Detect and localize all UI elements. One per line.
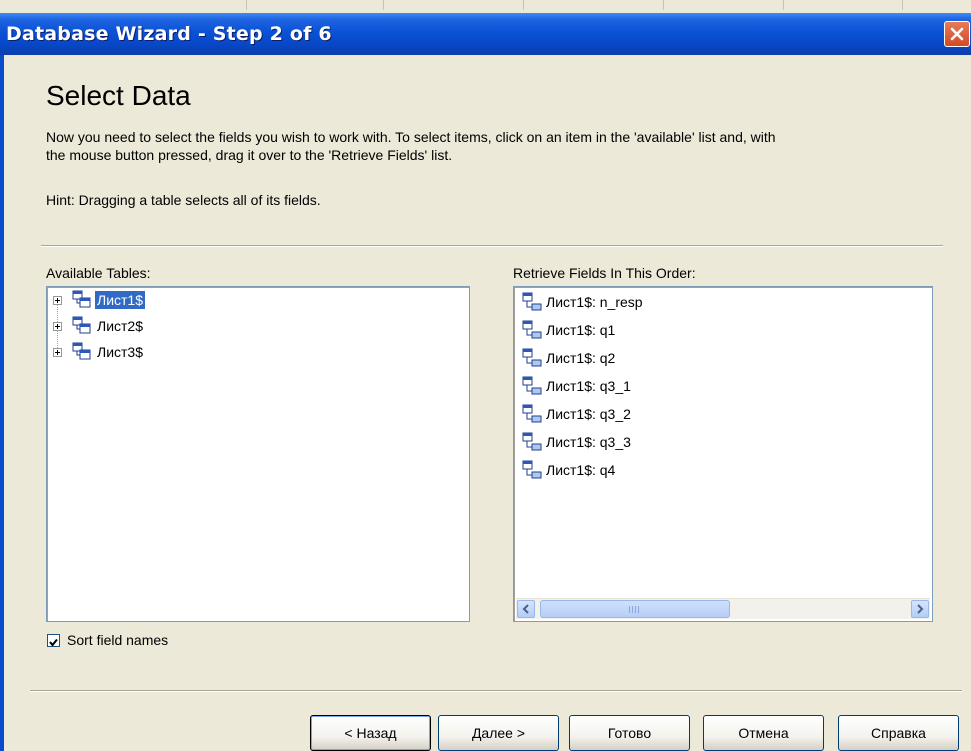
- list-item-field[interactable]: Лист1$: q3_3: [520, 429, 631, 455]
- field-label: Лист1$: q3_1: [546, 378, 631, 394]
- table-icon: [72, 290, 91, 308]
- cancel-button[interactable]: Отмена: [703, 715, 824, 751]
- scroll-left-button[interactable]: [517, 600, 535, 618]
- field-icon: [522, 292, 542, 311]
- instructions-text: Now you need to select the fields you wi…: [46, 128, 956, 164]
- retrieve-fields-list[interactable]: Лист1$: n_resp Лист1$: q1 Лист1$: q2 Лист1$…: [513, 286, 933, 622]
- field-icon: [522, 460, 542, 479]
- scroll-thumb[interactable]: [540, 600, 730, 618]
- table-icon: [72, 342, 91, 360]
- window-title: Database Wizard - Step 2 of 6: [6, 23, 332, 45]
- next-button[interactable]: Далее >: [438, 715, 559, 751]
- field-label: Лист1$: q3_3: [546, 434, 631, 450]
- arrow-left-icon: [522, 604, 529, 614]
- instructions-line: Now you need to select the fields you wi…: [46, 129, 776, 145]
- sort-field-names-label[interactable]: Sort field names: [67, 632, 168, 648]
- expand-icon[interactable]: [53, 321, 62, 331]
- list-item-field[interactable]: Лист1$: q4: [520, 457, 615, 483]
- title-bar[interactable]: Database Wizard - Step 2 of 6: [0, 13, 971, 55]
- window-frame: [0, 55, 4, 751]
- sort-field-names-checkbox[interactable]: [47, 634, 60, 647]
- list-item-field[interactable]: Лист1$: q3_2: [520, 401, 631, 427]
- divider: [41, 245, 943, 247]
- tree-item-label: Лист1$: [95, 291, 145, 309]
- field-label: Лист1$: q3_2: [546, 406, 631, 422]
- table-icon: [72, 316, 91, 334]
- available-tables-tree[interactable]: Лист1$ Лист2$ Лист3$: [46, 286, 470, 622]
- tree-item-label: Лист2$: [97, 318, 143, 334]
- horizontal-scrollbar[interactable]: [516, 598, 930, 619]
- scroll-right-button[interactable]: [911, 600, 929, 618]
- arrow-right-icon: [917, 604, 924, 614]
- tree-item-label: Лист3$: [97, 344, 143, 360]
- list-item-field[interactable]: Лист1$: n_resp: [520, 289, 643, 315]
- field-icon: [522, 432, 542, 451]
- instructions-line: the mouse button pressed, drag it over t…: [46, 147, 453, 163]
- expand-icon[interactable]: [53, 295, 62, 305]
- list-item-field[interactable]: Лист1$: q1: [520, 317, 615, 343]
- field-label: Лист1$: n_resp: [546, 294, 643, 310]
- page-title: Select Data: [46, 80, 191, 111]
- field-icon: [522, 348, 542, 367]
- back-button[interactable]: < Назад: [310, 715, 431, 751]
- available-tables-label: Available Tables:: [46, 265, 151, 281]
- field-icon: [522, 320, 542, 339]
- close-button[interactable]: [944, 21, 970, 47]
- expand-icon[interactable]: [53, 347, 62, 357]
- field-icon: [522, 376, 542, 395]
- list-item-field[interactable]: Лист1$: q2: [520, 345, 615, 371]
- tree-item-table[interactable]: Лист2$: [53, 315, 145, 337]
- retrieve-fields-label: Retrieve Fields In This Order:: [513, 265, 696, 281]
- tree-item-table[interactable]: Лист3$: [53, 341, 145, 363]
- divider: [30, 690, 962, 692]
- checkmark-icon: [49, 638, 58, 647]
- background-strip: [0, 0, 971, 12]
- help-button[interactable]: Справка: [838, 715, 959, 751]
- field-label: Лист1$: q2: [546, 350, 616, 366]
- tree-item-table[interactable]: Лист1$: [53, 289, 145, 311]
- hint-text: Hint: Dragging a table selects all of it…: [46, 192, 321, 208]
- field-label: Лист1$: q1: [546, 322, 616, 338]
- finish-button[interactable]: Готово: [569, 715, 690, 751]
- close-icon: [950, 27, 964, 41]
- field-label: Лист1$: q4: [546, 462, 616, 478]
- field-icon: [522, 404, 542, 423]
- list-item-field[interactable]: Лист1$: q3_1: [520, 373, 631, 399]
